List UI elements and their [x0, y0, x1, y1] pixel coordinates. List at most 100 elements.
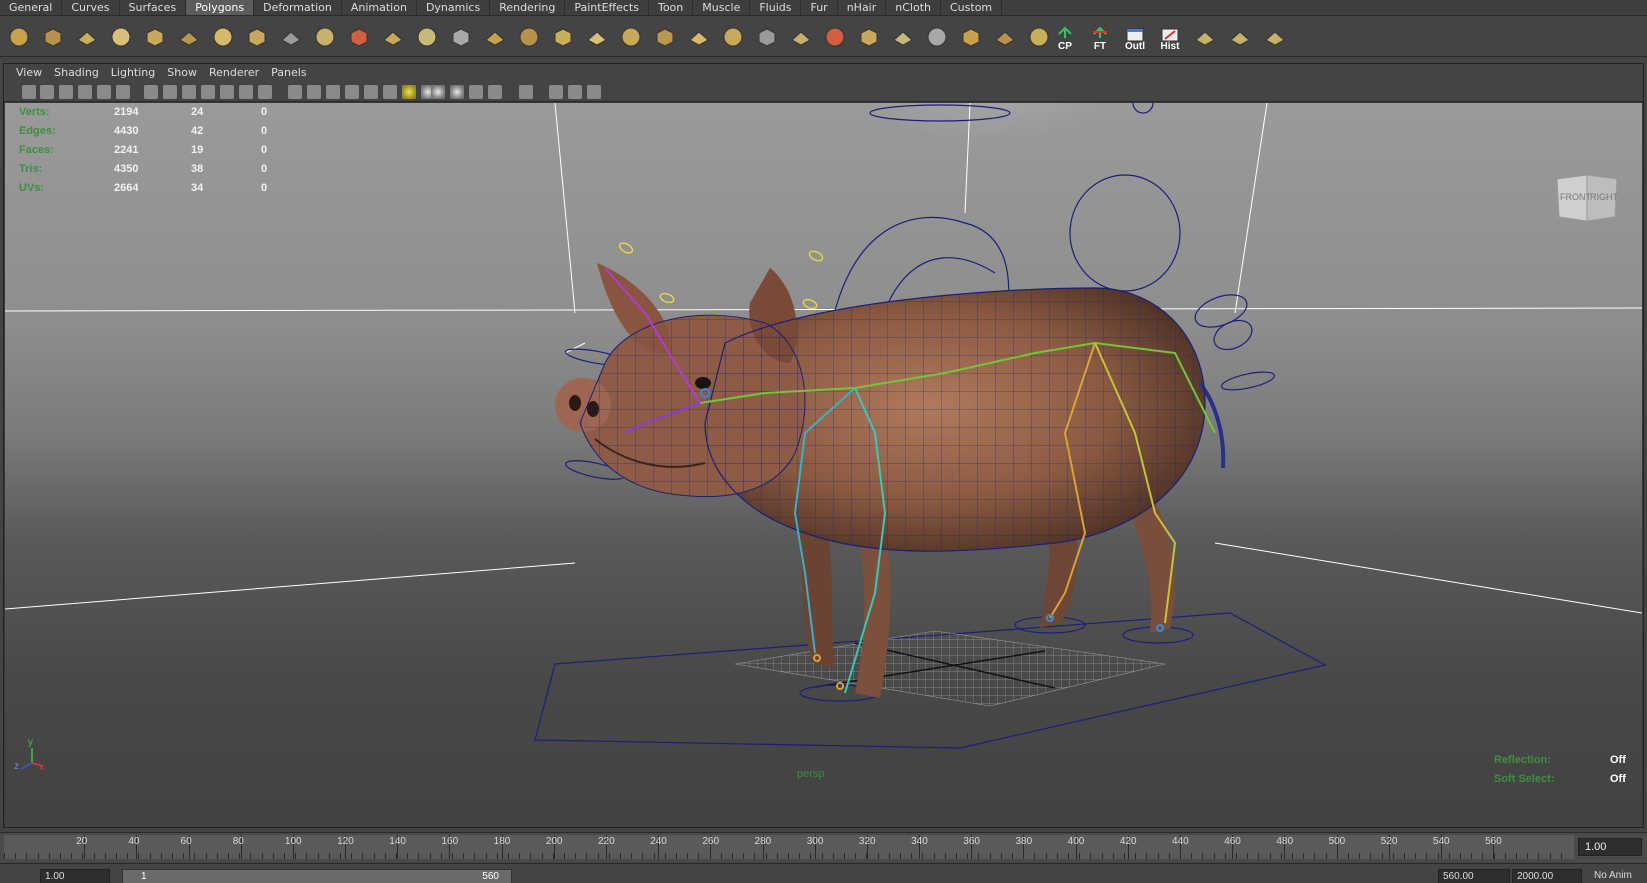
panel-tool-13-icon[interactable]	[288, 85, 302, 99]
panel-tool-15-icon[interactable]	[326, 85, 340, 99]
panel-tool-19-icon[interactable]	[402, 85, 416, 99]
extract-shelf-button[interactable]	[378, 22, 408, 52]
panel-tool-28-icon[interactable]	[587, 85, 601, 99]
layout-a-shelf-button[interactable]	[1190, 22, 1220, 52]
time-slider-track[interactable]: 20 40 60 80 100 120 140 160 180 200 220 240 260 280 30…	[4, 835, 1574, 859]
pipe-shelf-button[interactable]	[242, 22, 272, 52]
shelf-tab-painteffects[interactable]: PaintEffects	[565, 0, 649, 15]
shelf-tab-custom[interactable]: Custom	[941, 0, 1003, 15]
cone-shelf-button[interactable]	[106, 22, 136, 52]
panel-tool-24-icon[interactable]	[488, 85, 502, 99]
panel-menu-show[interactable]: Show	[161, 64, 203, 82]
time-slider[interactable]: 20 40 60 80 100 120 140 160 180 200 220 240 260 280 30…	[0, 832, 1647, 862]
anim-end-field[interactable]: 2000.00	[1512, 869, 1582, 883]
pyramid-shelf-button[interactable]	[208, 22, 238, 52]
shelf-tab-dynamics[interactable]: Dynamics	[417, 0, 491, 15]
combine-shelf-button[interactable]	[786, 22, 816, 52]
panel-tool-11-icon[interactable]	[239, 85, 253, 99]
ft-shelf-button[interactable]: FT	[1085, 22, 1115, 52]
panel-tool-5-icon[interactable]	[116, 85, 130, 99]
shelf-tab-fluids[interactable]: Fluids	[750, 0, 802, 15]
panel-tool-22-icon[interactable]	[450, 85, 464, 99]
history-shelf-button[interactable]: Hist	[1155, 22, 1185, 52]
viewcube-right-label[interactable]: RIGHT	[1590, 192, 1618, 202]
cp-shelf-button[interactable]: CP	[1050, 22, 1080, 52]
panel-tool-1-icon[interactable]	[40, 85, 54, 99]
panel-tool-18-icon[interactable]	[383, 85, 397, 99]
shelf-tab-animation[interactable]: Animation	[342, 0, 417, 15]
pipe-shelf-button[interactable]	[718, 22, 748, 52]
shelf-tab-general[interactable]: General	[0, 0, 63, 15]
3d-viewport[interactable]: y z x Verts: 2194 24 0 Edges: 4430 42 0 Faces: 22…	[5, 103, 1642, 827]
panel-tool-4-icon[interactable]	[97, 85, 111, 99]
shelf-tab-rendering[interactable]: Rendering	[490, 0, 566, 15]
soccer-ball-shelf-button[interactable]	[752, 22, 782, 52]
panel-tool-10-icon[interactable]	[220, 85, 234, 99]
panel-tool-0-icon[interactable]	[22, 85, 36, 99]
panel-tool-23-icon[interactable]	[469, 85, 483, 99]
current-frame-field[interactable]: 1.00	[1578, 838, 1642, 856]
playback-range-bar[interactable]: 1 560	[122, 869, 512, 883]
shelf-tab-muscle[interactable]: Muscle	[693, 0, 751, 15]
panel-menu-shading[interactable]: Shading	[48, 64, 105, 82]
end-time-field[interactable]: 560.00	[1438, 869, 1510, 883]
panel-menu-renderer[interactable]: Renderer	[203, 64, 265, 82]
shelf-tab-curves[interactable]: Curves	[62, 0, 120, 15]
sphere-shelf-button[interactable]	[956, 22, 986, 52]
layout-b-shelf-button[interactable]	[1225, 22, 1255, 52]
shelf-tab-toon[interactable]: Toon	[649, 0, 694, 15]
separate-shelf-button[interactable]	[820, 22, 850, 52]
smooth-shelf-button[interactable]	[888, 22, 918, 52]
shelf-tab-ncloth[interactable]: nCloth	[886, 0, 941, 15]
panel-tool-12-icon[interactable]	[258, 85, 272, 99]
outliner-shelf-button[interactable]: Outl	[1120, 22, 1150, 52]
panel-tool-3-icon[interactable]	[78, 85, 92, 99]
layout-c-shelf-button[interactable]	[1260, 22, 1290, 52]
pyramid-shelf-button[interactable]	[684, 22, 714, 52]
torus-shelf-button[interactable]	[174, 22, 204, 52]
panel-tool-9-icon[interactable]	[201, 85, 215, 99]
soccer-ball-shelf-button[interactable]	[276, 22, 306, 52]
boolean-shelf-button[interactable]	[446, 22, 476, 52]
panel-tool-2-icon[interactable]	[59, 85, 73, 99]
character-set-label[interactable]: No Anim	[1590, 869, 1644, 883]
separate-shelf-button[interactable]	[344, 22, 374, 52]
cube-shelf-button[interactable]	[990, 22, 1020, 52]
cylinder-shelf-button[interactable]	[548, 22, 578, 52]
cylinder-shelf-button[interactable]	[72, 22, 102, 52]
shelf-tab-polygons[interactable]: Polygons	[186, 0, 255, 15]
shelf-tab-nhair[interactable]: nHair	[838, 0, 887, 15]
panel-tool-25-icon[interactable]	[519, 85, 533, 99]
panel-menu-view[interactable]: View	[10, 64, 48, 82]
cube-shelf-button[interactable]	[514, 22, 544, 52]
boolean-shelf-button[interactable]	[922, 22, 952, 52]
panel-menu-panels[interactable]: Panels	[265, 64, 312, 82]
sphere-shelf-button[interactable]	[4, 22, 34, 52]
cone-shelf-button[interactable]	[582, 22, 612, 52]
shelf-tab-fur[interactable]: Fur	[801, 0, 838, 15]
viewcube-front-label[interactable]: FRONT	[1560, 192, 1591, 202]
panel-menu-lighting[interactable]: Lighting	[105, 64, 161, 82]
shelf-tab-surfaces[interactable]: Surfaces	[120, 0, 187, 15]
plane-shelf-button[interactable]	[616, 22, 646, 52]
plane-shelf-button[interactable]	[140, 22, 170, 52]
panel-tool-8-icon[interactable]	[182, 85, 196, 99]
start-time-field[interactable]: 1.00	[40, 869, 110, 883]
panel-tool-21-icon[interactable]	[431, 85, 445, 99]
panel-tool-17-icon[interactable]	[364, 85, 378, 99]
panel-tool-27-icon[interactable]	[568, 85, 582, 99]
cube-shelf-button[interactable]	[38, 22, 68, 52]
panel-tool-14-icon[interactable]	[307, 85, 321, 99]
panel-tool-7-icon[interactable]	[163, 85, 177, 99]
view-cube[interactable]: FRONT RIGHT	[1553, 173, 1621, 227]
sphere-shelf-button[interactable]	[480, 22, 510, 52]
combine-shelf-button[interactable]	[310, 22, 340, 52]
shelf-tab-deformation[interactable]: Deformation	[254, 0, 342, 15]
panel-tool-26-icon[interactable]	[549, 85, 563, 99]
extract-shelf-button[interactable]	[854, 22, 884, 52]
panel-tool-6-icon[interactable]	[144, 85, 158, 99]
panel-tool-16-icon[interactable]	[345, 85, 359, 99]
cylinder-shelf-button[interactable]	[1024, 22, 1054, 52]
smooth-shelf-button[interactable]	[412, 22, 442, 52]
torus-shelf-button[interactable]	[650, 22, 680, 52]
